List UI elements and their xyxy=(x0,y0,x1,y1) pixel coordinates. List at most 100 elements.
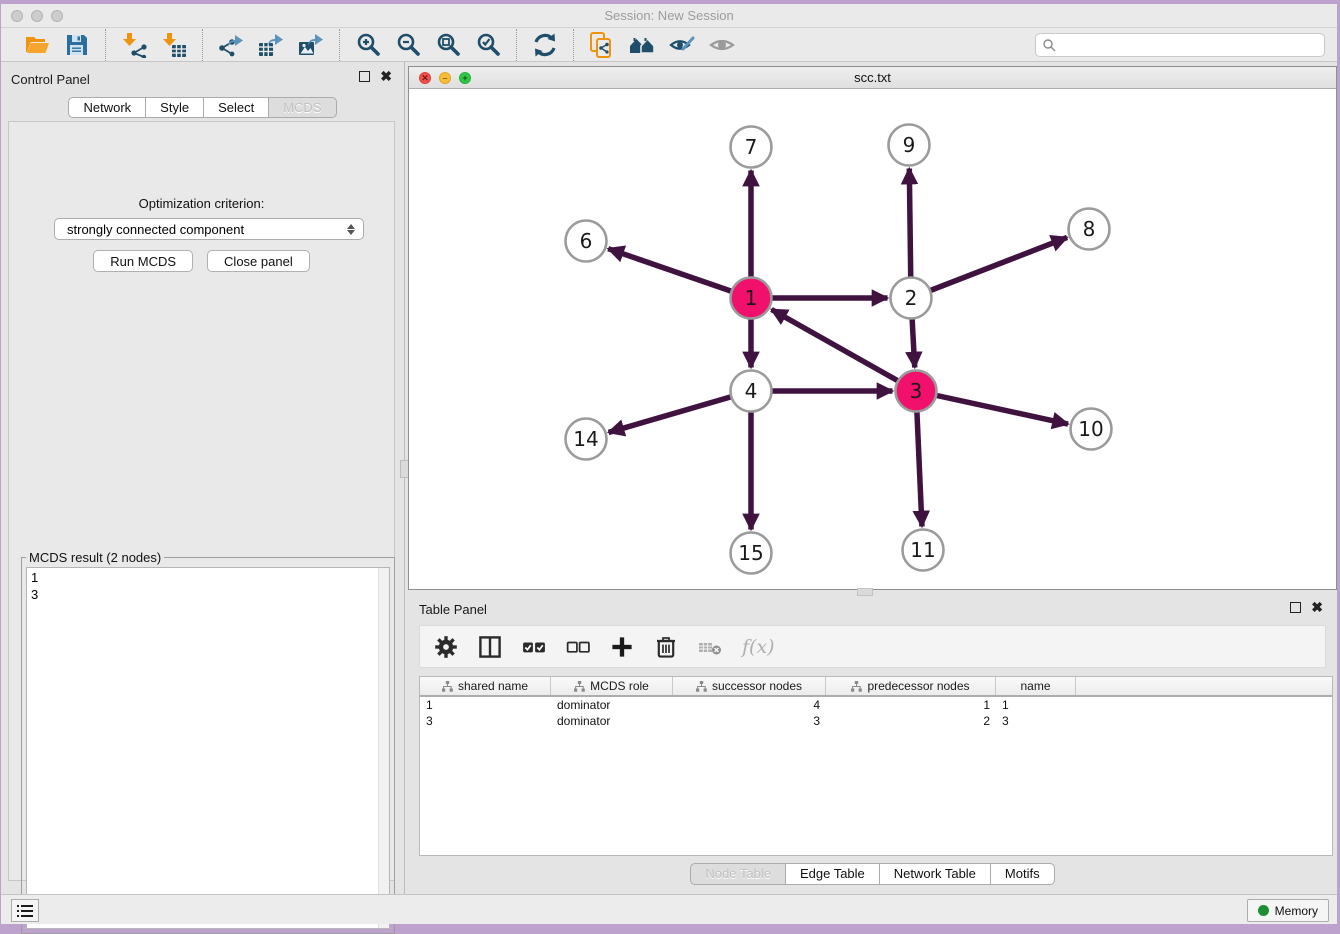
hide-selected-icon[interactable] xyxy=(668,31,696,59)
network-graph[interactable]: 1 2 3 4 6 7 8 9 10 11 14 15 xyxy=(409,89,1336,589)
graph-node-9[interactable]: 9 xyxy=(889,125,930,166)
svg-text:14: 14 xyxy=(573,427,598,451)
tab-style[interactable]: Style xyxy=(146,97,204,118)
column-header-MCDS-role[interactable]: MCDS role xyxy=(551,677,673,695)
delete-column-icon[interactable] xyxy=(654,635,678,659)
svg-text:6: 6 xyxy=(580,229,593,253)
float-panel-icon[interactable] xyxy=(359,71,370,82)
table-panel-title: Table Panel xyxy=(419,602,487,617)
search-field[interactable] xyxy=(1035,33,1325,57)
tab-mcds[interactable]: MCDS xyxy=(269,97,336,118)
tab-network-table[interactable]: Network Table xyxy=(880,863,991,885)
graph-node-6[interactable]: 6 xyxy=(566,221,607,262)
column-header-predecessor-nodes[interactable]: predecessor nodes xyxy=(826,677,996,695)
hierarchy-icon xyxy=(442,681,453,692)
graph-node-10[interactable]: 10 xyxy=(1071,409,1112,450)
criterion-dropdown[interactable]: strongly connected component xyxy=(54,218,364,240)
svg-text:10: 10 xyxy=(1078,417,1103,441)
edge-3-1[interactable] xyxy=(771,310,916,391)
float-table-panel-icon[interactable] xyxy=(1290,602,1301,613)
mcds-result-fieldset: MCDS result (2 nodes) 1 3 xyxy=(21,550,395,934)
node-table[interactable]: shared nameMCDS rolesuccessor nodesprede… xyxy=(419,676,1333,856)
hierarchy-icon xyxy=(696,681,707,692)
table-cell[interactable]: 3 xyxy=(996,713,1076,729)
graph-node-3[interactable]: 3 xyxy=(896,371,937,412)
import-network-icon[interactable] xyxy=(120,31,148,59)
first-neighbors-icon[interactable] xyxy=(628,31,656,59)
table-row[interactable]: 3dominator323 xyxy=(420,713,1332,729)
table-cell[interactable]: 2 xyxy=(826,713,996,729)
refresh-icon[interactable] xyxy=(531,31,559,59)
graph-node-7[interactable]: 7 xyxy=(731,127,772,168)
zoom-in-icon[interactable] xyxy=(354,31,382,59)
network-window-titlebar[interactable]: ✕ – + scc.txt xyxy=(409,67,1336,89)
export-table-icon[interactable] xyxy=(257,31,285,59)
task-history-button[interactable] xyxy=(11,899,39,922)
graph-node-4[interactable]: 4 xyxy=(731,371,772,412)
graph-node-14[interactable]: 14 xyxy=(566,419,607,460)
status-bar: Memory xyxy=(1,894,1337,924)
tab-network[interactable]: Network xyxy=(68,97,146,118)
table-cell[interactable]: dominator xyxy=(551,713,673,729)
unselect-all-columns-icon[interactable] xyxy=(566,635,590,659)
table-cell[interactable]: 1 xyxy=(420,697,551,713)
horizontal-splitter-handle[interactable] xyxy=(857,588,873,596)
mcds-result-title: MCDS result (2 nodes) xyxy=(26,550,164,565)
column-header-shared-name[interactable]: shared name xyxy=(420,677,551,695)
graph-node-2[interactable]: 2 xyxy=(891,278,932,319)
edge-3-10[interactable] xyxy=(916,391,1068,424)
delete-table-icon xyxy=(698,635,722,659)
tab-node-table[interactable]: Node Table xyxy=(690,863,786,885)
function-builder-icon: f(x) xyxy=(742,636,775,658)
table-cell[interactable]: 1 xyxy=(996,697,1076,713)
table-cell[interactable]: 1 xyxy=(826,697,996,713)
table-cell[interactable]: 4 xyxy=(673,697,826,713)
close-panel-button[interactable]: Close panel xyxy=(207,250,310,272)
graph-node-8[interactable]: 8 xyxy=(1069,209,1110,250)
table-cell[interactable]: dominator xyxy=(551,697,673,713)
close-table-panel-icon[interactable]: ✖ xyxy=(1311,602,1323,613)
table-header-row: shared nameMCDS rolesuccessor nodesprede… xyxy=(420,677,1332,697)
search-input[interactable] xyxy=(1056,38,1318,52)
close-panel-icon[interactable]: ✖ xyxy=(380,71,392,82)
table-row[interactable]: 1dominator411 xyxy=(420,697,1332,713)
graph-node-15[interactable]: 15 xyxy=(731,533,772,574)
select-all-columns-icon[interactable] xyxy=(522,635,546,659)
add-column-icon[interactable] xyxy=(610,635,634,659)
zoom-out-icon[interactable] xyxy=(394,31,422,59)
svg-text:15: 15 xyxy=(738,541,763,565)
import-table-icon[interactable] xyxy=(160,31,188,59)
tab-select[interactable]: Select xyxy=(204,97,269,118)
zoom-selected-icon[interactable] xyxy=(474,31,502,59)
run-mcds-button[interactable]: Run MCDS xyxy=(93,250,193,272)
zoom-fit-icon[interactable] xyxy=(434,31,462,59)
tab-motifs[interactable]: Motifs xyxy=(991,863,1055,885)
open-file-icon[interactable] xyxy=(23,31,51,59)
export-network-icon[interactable] xyxy=(217,31,245,59)
edge-1-6[interactable] xyxy=(608,249,751,298)
graph-node-1[interactable]: 1 xyxy=(731,278,772,319)
column-header-successor-nodes[interactable]: successor nodes xyxy=(673,677,826,695)
split-columns-icon[interactable] xyxy=(478,635,502,659)
edge-4-14[interactable] xyxy=(609,391,751,432)
graph-node-11[interactable]: 11 xyxy=(903,530,944,571)
table-body: 1dominator4113dominator323 xyxy=(420,697,1332,729)
duplicate-network-icon[interactable] xyxy=(588,31,616,59)
svg-text:7: 7 xyxy=(745,135,758,159)
table-cell[interactable]: 3 xyxy=(673,713,826,729)
network-canvas[interactable]: 1 2 3 4 6 7 8 9 10 11 14 15 xyxy=(409,89,1336,589)
gear-icon[interactable] xyxy=(434,635,458,659)
table-cell[interactable]: 3 xyxy=(420,713,551,729)
svg-text:11: 11 xyxy=(910,538,935,562)
memory-button[interactable]: Memory xyxy=(1247,899,1329,922)
result-scrollbar[interactable] xyxy=(378,568,389,928)
mcds-result-textarea[interactable]: 1 3 xyxy=(26,567,390,929)
column-header-name[interactable]: name xyxy=(996,677,1076,695)
tab-edge-table[interactable]: Edge Table xyxy=(786,863,880,885)
export-image-icon[interactable] xyxy=(297,31,325,59)
title-bar: Session: New Session xyxy=(1,4,1337,28)
show-all-icon[interactable] xyxy=(708,31,736,59)
save-session-icon[interactable] xyxy=(63,31,91,59)
network-window-title: scc.txt xyxy=(409,70,1336,85)
edge-2-8[interactable] xyxy=(911,237,1067,298)
